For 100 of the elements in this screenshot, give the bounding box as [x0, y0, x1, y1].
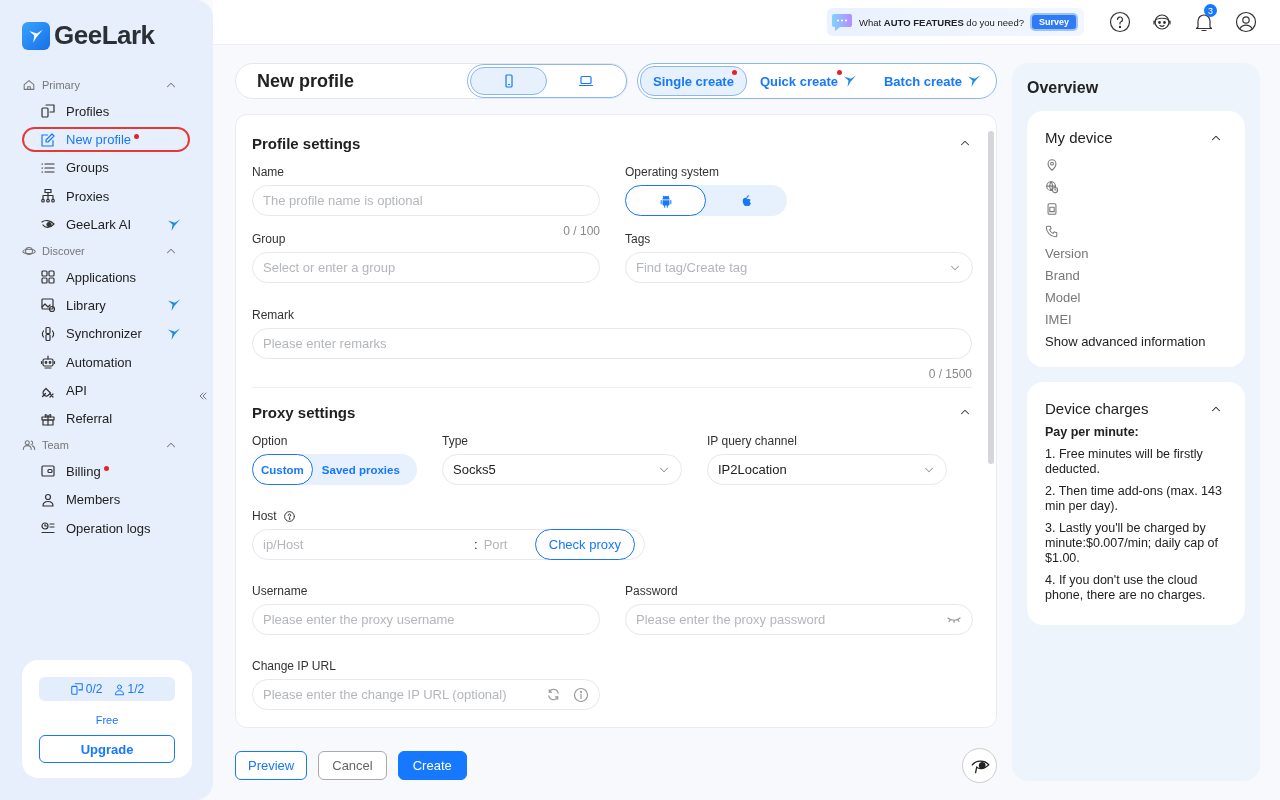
laptop-icon [577, 73, 594, 89]
charges-text: 1. Free minutes will be firstly deducted. [1045, 447, 1204, 477]
survey-button[interactable]: Survey [1029, 13, 1078, 31]
upgrade-button[interactable]: Upgrade [39, 735, 175, 763]
nav-item[interactable]: Profiles [22, 98, 190, 124]
ip-channel-select[interactable]: IP2Location [707, 454, 947, 485]
nav-item[interactable]: Groups [22, 155, 190, 181]
proxy-option-tab[interactable]: Saved proxies [312, 454, 409, 485]
device-type-tab[interactable] [470, 67, 547, 95]
field-label: Change IP URL [252, 659, 337, 673]
text-input[interactable]: The profile name is optional [263, 193, 589, 208]
panel-title: Overview [1027, 79, 1100, 97]
location-pin-icon [1045, 158, 1059, 172]
port-field[interactable]: Port [483, 537, 529, 552]
nav-item[interactable]: GeeLark AI [22, 212, 190, 238]
field-label: Group [252, 232, 287, 246]
scrollbar[interactable] [988, 131, 994, 464]
chat-bubble-icon [831, 11, 854, 33]
nav-section-header[interactable]: Primary [22, 73, 184, 97]
card-title: My device [1045, 129, 1113, 146]
group-select[interactable]: Select or enter a group [252, 252, 600, 283]
device-field-label: Brand [1045, 266, 1081, 285]
help-icon [282, 509, 296, 523]
field-label: Type [442, 434, 469, 448]
create-mode-tab[interactable]: Batch create [871, 66, 996, 96]
nav-item[interactable]: New profile [22, 127, 190, 153]
nav-item[interactable]: Automation [22, 349, 190, 375]
sim-card-icon [1045, 202, 1059, 216]
proxy-option-tab[interactable]: Custom [252, 454, 313, 485]
action-button[interactable]: Create [397, 751, 467, 780]
nav-item[interactable]: Synchronizer [22, 321, 190, 347]
card-title: Device charges [1045, 400, 1149, 417]
username-field[interactable]: Please enter the proxy username [252, 604, 600, 635]
password-field[interactable]: Please enter the proxy password [625, 604, 973, 635]
create-mode-tab[interactable]: Single create [640, 66, 747, 96]
text-input[interactable]: Select or enter a group [263, 260, 589, 275]
action-button[interactable]: Preview [235, 751, 308, 780]
people-icon [22, 438, 36, 453]
nav-section-header[interactable]: Team [22, 433, 184, 458]
collapse-icon[interactable] [197, 390, 209, 402]
home-icon [22, 78, 36, 92]
member-usage: 1/2 [112, 682, 145, 696]
logo-text: GeeLark [54, 20, 155, 51]
help-icon[interactable] [1108, 10, 1132, 34]
nav-item[interactable]: Library [22, 292, 190, 318]
android-icon [658, 193, 673, 208]
action-button[interactable]: Cancel [318, 751, 387, 780]
nav-section-header[interactable]: Discover [22, 238, 184, 263]
field-label: Remark [252, 308, 295, 322]
nav-item[interactable]: Operation logs [22, 515, 190, 541]
os-option[interactable] [625, 185, 706, 216]
devices-icon [69, 682, 84, 696]
nav-item[interactable]: Proxies [22, 183, 190, 209]
charges-text: 2. Then time add-ons (max. 143 min per day). [1045, 484, 1223, 514]
field-label: Host [252, 509, 277, 523]
devices-icon [40, 103, 56, 120]
survey-text: What AUTO FEATURES do you need? [859, 16, 1024, 28]
nav-item[interactable]: Referral [22, 406, 190, 432]
info-icon [573, 686, 589, 703]
host-port-field[interactable]: ip/Host : Port Check proxy [252, 529, 645, 560]
wallet-icon [40, 463, 56, 480]
advanced-info-link[interactable]: Show advanced information [1045, 330, 1223, 352]
section-title: Profile settings [252, 134, 361, 152]
field-label: IP query channel [707, 434, 798, 448]
tag-select[interactable]: Find tag/Create tag [625, 252, 973, 283]
network-icon [40, 188, 56, 205]
apps-icon [40, 269, 56, 286]
text-input[interactable]: Please enter the proxy password [636, 612, 946, 627]
character-counter: 0 / 1500 [927, 367, 972, 381]
host-field[interactable]: ip/Host [263, 537, 468, 552]
nav-item[interactable]: Members [22, 487, 190, 513]
text-input[interactable]: Please enter remarks [263, 336, 961, 351]
device-usage: 0/2 [69, 682, 103, 696]
check-proxy-button[interactable]: Check proxy [534, 529, 635, 560]
field-label: Name [252, 165, 285, 179]
port-separator: : [474, 537, 478, 552]
section-title: Proxy settings [252, 403, 356, 421]
text-input[interactable]: Please enter the proxy username [263, 612, 589, 627]
text-input[interactable]: Please enter the change IP URL (optional) [263, 687, 534, 702]
create-mode-tab[interactable]: Quick create [746, 66, 871, 96]
sync-icon [40, 325, 56, 342]
charges-text: 3. Lastly you'll be charged by minute:$0.007/min; daily cap of $1.00. [1045, 521, 1220, 566]
name-field[interactable]: The profile name is optional [252, 185, 600, 216]
nav-item[interactable]: Applications [22, 264, 190, 290]
device-field-label: IMEI [1045, 310, 1073, 329]
assistant-button[interactable] [962, 748, 997, 783]
user-avatar-icon[interactable] [1234, 10, 1258, 34]
field-label: Option [252, 434, 289, 448]
nav-item[interactable]: API [22, 378, 190, 404]
proxy-type-select[interactable]: Socks5 [442, 454, 682, 485]
charges-text: 4. If you don't use the cloud phone, there are no charges. [1045, 573, 1207, 603]
device-field-label: Version [1045, 244, 1090, 263]
notification-count: 3 [1204, 4, 1217, 17]
field-label: Password [625, 584, 679, 598]
image-icon [40, 297, 56, 314]
text-input[interactable]: Find tag/Create tag [636, 260, 948, 275]
change-ip-url-field[interactable]: Please enter the change IP URL (optional) [252, 679, 600, 710]
phone-call-icon [1045, 224, 1059, 238]
remark-field[interactable]: Please enter remarks [252, 328, 972, 359]
nav-item[interactable]: Billing [22, 458, 190, 484]
